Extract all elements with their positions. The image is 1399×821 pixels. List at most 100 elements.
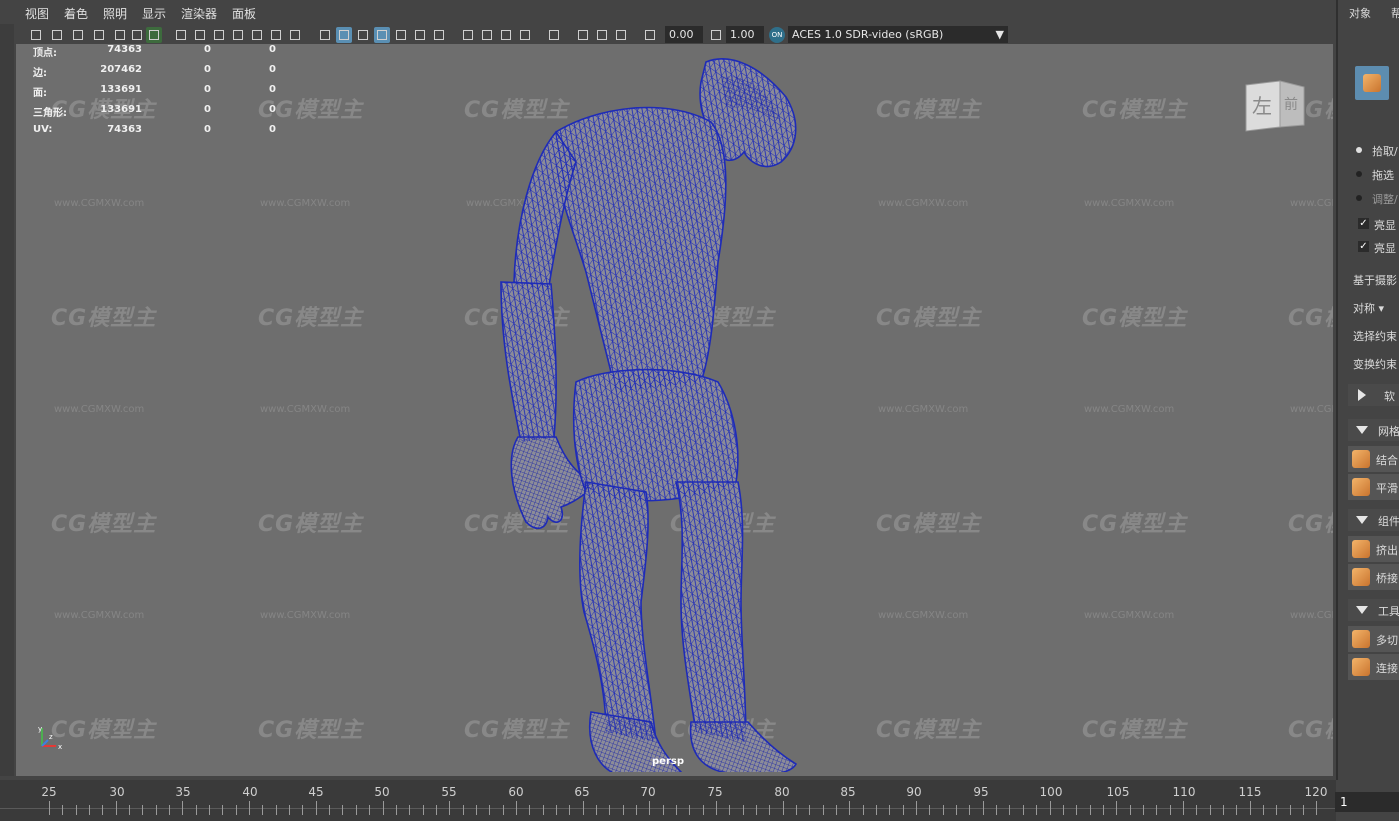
bookmark-icon[interactable]: [70, 27, 86, 43]
smooth-button[interactable]: 平滑: [1348, 474, 1399, 500]
wireframe-on-shaded-icon[interactable]: [374, 27, 390, 43]
watermark-logo: CG模型主: [876, 718, 982, 743]
depth-of-field-icon[interactable]: [517, 27, 533, 43]
gamma-field[interactable]: 1.00: [726, 26, 764, 43]
highlight-checkbox-2[interactable]: ✓: [1358, 241, 1369, 252]
view-cube-icon[interactable]: 左 前: [1244, 79, 1306, 133]
radio-drag[interactable]: [1356, 171, 1362, 177]
radio-adjust[interactable]: [1356, 195, 1362, 201]
timeline-tick: [76, 805, 77, 815]
view-cube[interactable]: 左 前: [1244, 79, 1306, 133]
gate-mask-icon[interactable]: [230, 27, 246, 43]
timeline-tick: [1210, 805, 1211, 815]
symmetry-dropdown[interactable]: 对称 ▾: [1353, 300, 1384, 316]
timeline-label: 60: [508, 785, 524, 799]
field-chart-icon[interactable]: [249, 27, 265, 43]
anti-aliasing-icon[interactable]: [498, 27, 514, 43]
menu-show[interactable]: 显示: [142, 5, 166, 22]
mesh-section-header[interactable]: 网格: [1348, 419, 1399, 441]
timeline-tick: [129, 805, 130, 815]
select-camera-icon[interactable]: [28, 27, 44, 43]
timeline-tick: [1143, 805, 1144, 815]
timeline-label: 70: [640, 785, 656, 799]
smooth-shade-icon[interactable]: [336, 27, 352, 43]
tools-section-header[interactable]: 工具: [1348, 599, 1399, 621]
safe-action-icon[interactable]: [268, 27, 284, 43]
timeline-tick: [49, 801, 50, 815]
camera-attributes-icon[interactable]: [49, 27, 65, 43]
tab-help[interactable]: 帮: [1391, 5, 1399, 21]
gamma-icon[interactable]: [708, 27, 724, 43]
resolution-gate-icon[interactable]: [211, 27, 227, 43]
cube-icon: [1363, 74, 1381, 92]
watermark-url: www.CGMXW.com: [1290, 198, 1333, 209]
timeline-tick: [276, 805, 277, 815]
timeline-tick: [489, 805, 490, 815]
timeline-tick: [1236, 805, 1237, 815]
safe-title-icon[interactable]: [287, 27, 303, 43]
combine-button[interactable]: 结合: [1348, 446, 1399, 472]
connect-button[interactable]: 连接: [1348, 654, 1399, 680]
timeline-tick: [236, 805, 237, 815]
paint-icon[interactable]: [146, 27, 162, 43]
shadows-icon[interactable]: [431, 27, 447, 43]
collapse-down-icon: [1356, 426, 1368, 434]
wireframe-character-model[interactable]: [456, 52, 816, 772]
timeline-label: 115: [1238, 785, 1262, 799]
textured-icon[interactable]: [393, 27, 409, 43]
timeline-label: 35: [175, 785, 191, 799]
2d-pan-icon[interactable]: [112, 27, 128, 43]
motion-blur-icon[interactable]: [479, 27, 495, 43]
default-material-icon[interactable]: [355, 27, 371, 43]
time-slider[interactable]: [0, 780, 1336, 821]
timeline-tick: [222, 805, 223, 815]
axis-gizmo: y x z: [38, 725, 62, 751]
timeline-tick: [1009, 805, 1010, 815]
watermark-logo: CG模型主: [258, 718, 364, 743]
menu-panels[interactable]: 面板: [232, 5, 256, 22]
timeline-label: 90: [906, 785, 922, 799]
timeline-tick: [743, 805, 744, 815]
multicut-button[interactable]: 多切: [1348, 626, 1399, 652]
timeline-tick: [783, 801, 784, 815]
object-mode-button[interactable]: [1355, 66, 1389, 100]
xray-active-icon[interactable]: [594, 27, 610, 43]
timeline-tick: [876, 805, 877, 815]
color-management-toggle[interactable]: ON: [769, 27, 785, 43]
isolate-select-icon[interactable]: [546, 27, 562, 43]
wireframe-icon[interactable]: [317, 27, 333, 43]
extrude-button[interactable]: 挤出: [1348, 536, 1399, 562]
menu-lighting[interactable]: 照明: [103, 5, 127, 22]
tab-object[interactable]: 对象: [1349, 5, 1371, 21]
chevron-down-icon: ▼: [995, 28, 1004, 41]
menu-shading[interactable]: 着色: [64, 5, 88, 22]
image-plane-icon[interactable]: [91, 27, 107, 43]
current-frame-field[interactable]: 1: [1335, 792, 1399, 812]
timeline-tick: [169, 805, 170, 815]
menu-renderer[interactable]: 渲染器: [181, 5, 217, 22]
xray-joints-icon[interactable]: [613, 27, 629, 43]
radio-pick[interactable]: [1356, 147, 1362, 153]
use-all-lights-icon[interactable]: [412, 27, 428, 43]
menu-view[interactable]: 视图: [25, 5, 49, 22]
soft-select-section-header[interactable]: 软: [1348, 384, 1399, 406]
timeline-tick: [476, 805, 477, 815]
exposure-icon[interactable]: [642, 27, 658, 43]
watermark-logo: CG模型主: [876, 512, 982, 537]
component-section-header[interactable]: 组件: [1348, 509, 1399, 531]
watermark-logo: CG模型主: [1288, 306, 1333, 331]
bridge-button[interactable]: 桥接: [1348, 564, 1399, 590]
grid-icon[interactable]: [173, 27, 189, 43]
combine-icon: [1352, 450, 1370, 468]
film-gate-icon[interactable]: [192, 27, 208, 43]
highlight-checkbox-1[interactable]: ✓: [1358, 218, 1369, 229]
timeline-tick: [463, 805, 464, 815]
left-edge-strip: [0, 24, 14, 776]
timeline-tick: [1036, 805, 1037, 815]
exposure-field[interactable]: 0.00: [665, 26, 703, 43]
grease-pencil-icon[interactable]: [129, 27, 145, 43]
screen-space-ao-icon[interactable]: [460, 27, 476, 43]
colorspace-dropdown[interactable]: ACES 1.0 SDR-video (sRGB) ▼: [788, 26, 1008, 43]
3d-viewport[interactable]: CG模型主 CG模型主 CG模型主 CG模型主 CG模型主 CG模型主 CG模型…: [16, 44, 1333, 776]
xray-icon[interactable]: [575, 27, 591, 43]
